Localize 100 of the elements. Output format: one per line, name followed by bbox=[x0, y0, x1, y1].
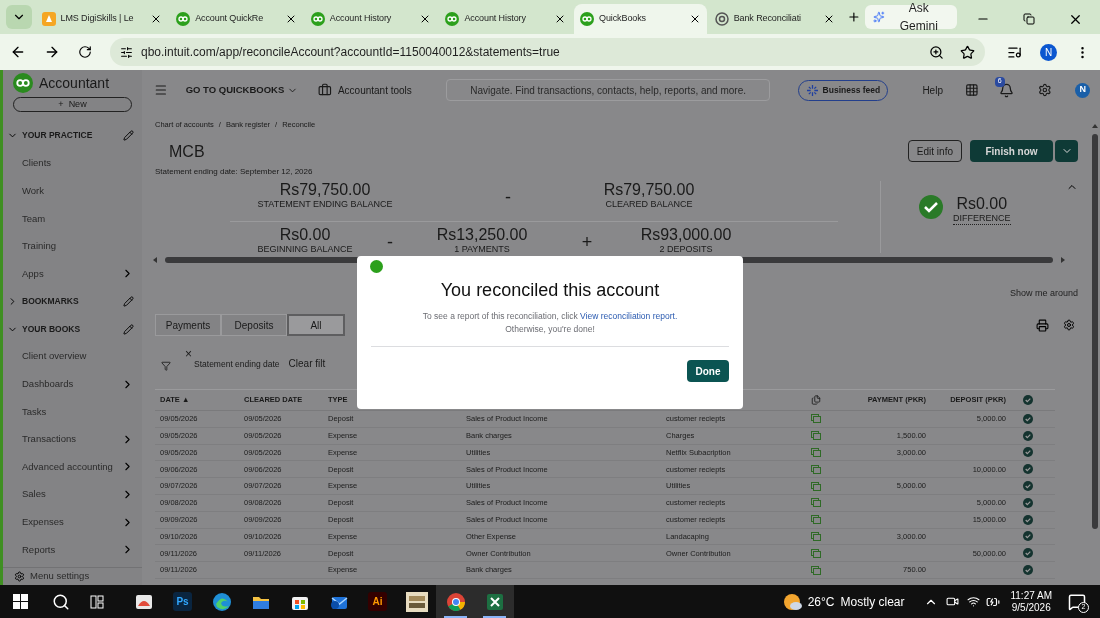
settings-icon[interactable] bbox=[1063, 319, 1075, 331]
product-name: Accountant bbox=[39, 73, 110, 93]
sidebar-section[interactable]: YOUR PRACTICE bbox=[3, 122, 142, 150]
tab-title: Bank Reconciliati bbox=[733, 12, 802, 26]
briefcase-icon bbox=[318, 83, 332, 97]
check-circle-icon[interactable] bbox=[1023, 447, 1033, 458]
gemini-button[interactable]: Ask Gemini bbox=[865, 5, 957, 29]
show-me-around-link[interactable]: Show me around bbox=[1009, 286, 1078, 300]
excel-app-icon[interactable] bbox=[484, 591, 505, 612]
browser-tab[interactable]: Bank Reconciliati bbox=[708, 4, 842, 34]
restore-icon[interactable] bbox=[1022, 13, 1035, 25]
sparkle-icon bbox=[873, 11, 885, 23]
check-circle-icon[interactable] bbox=[1023, 497, 1033, 508]
browser-tab[interactable]: Account History bbox=[439, 4, 572, 34]
windows-start-icon[interactable] bbox=[13, 594, 28, 609]
filter-tab[interactable]: Deposits bbox=[221, 314, 287, 336]
sidebar-item[interactable]: Clients bbox=[3, 149, 142, 178]
menu-settings-link[interactable]: Menu settings bbox=[30, 569, 90, 584]
sidebar-item[interactable]: Work bbox=[3, 177, 142, 205]
accountant-tools-link[interactable]: Accountant tools bbox=[337, 82, 412, 98]
clear-filter-link[interactable]: Clear filt bbox=[288, 355, 326, 371]
user-avatar[interactable]: N bbox=[1075, 82, 1090, 98]
browser-tab[interactable]: Account History bbox=[304, 4, 438, 34]
close-icon[interactable] bbox=[554, 13, 566, 25]
task-view-icon[interactable] bbox=[90, 594, 104, 609]
quickbooks-logo-icon bbox=[13, 73, 33, 94]
address-bar[interactable]: qbo.intuit.com/app/reconcileAccount?accountId=1150040012&statements=true bbox=[110, 38, 985, 66]
difference-value: Rs0.00 bbox=[956, 195, 1008, 213]
check-circle-icon[interactable] bbox=[1023, 481, 1033, 492]
taskbar-app[interactable]: Ai bbox=[358, 585, 397, 618]
filter-icon[interactable] bbox=[161, 361, 171, 371]
tab-list-button[interactable] bbox=[6, 5, 32, 29]
photoshop-app-icon[interactable]: Ps bbox=[173, 592, 192, 611]
check-circle-icon[interactable] bbox=[1023, 548, 1033, 559]
browser-tab[interactable]: LMS DigiSkills | Le bbox=[35, 4, 169, 34]
sidebar-item[interactable]: Dashboards bbox=[3, 370, 142, 398]
check-circle-icon[interactable] bbox=[1023, 531, 1033, 542]
reload-icon[interactable] bbox=[78, 45, 92, 59]
amount-label: CLEARED BALANCE bbox=[605, 199, 693, 209]
check-circle-icon[interactable] bbox=[1023, 464, 1033, 475]
remove-filter-button[interactable]: × bbox=[185, 348, 192, 360]
sidebar-item[interactable]: Transactions bbox=[3, 425, 142, 454]
finish-now-button[interactable]: Finish now bbox=[970, 140, 1053, 162]
wifi-icon[interactable] bbox=[967, 595, 981, 608]
view-report-link[interactable]: View reconciliation report. bbox=[580, 311, 678, 321]
sidebar-item[interactable]: Team bbox=[3, 204, 142, 233]
sidebar-item[interactable]: Apps bbox=[3, 260, 142, 288]
pencil-icon[interactable] bbox=[123, 323, 134, 335]
site-settings-icon[interactable] bbox=[120, 45, 133, 59]
done-button[interactable]: Done bbox=[687, 360, 729, 382]
sidebar-section[interactable]: BOOKMARKS bbox=[3, 287, 142, 316]
dropdown-button[interactable] bbox=[1055, 140, 1078, 162]
zoom-icon[interactable] bbox=[929, 44, 944, 60]
back-icon[interactable] bbox=[10, 44, 26, 60]
settings-icon[interactable] bbox=[1037, 83, 1052, 97]
settings-icon[interactable] bbox=[14, 570, 25, 582]
check-circle-icon[interactable] bbox=[1023, 413, 1033, 424]
sidebar-item[interactable]: Client overview bbox=[3, 342, 142, 371]
edit-info-button[interactable]: Edit info bbox=[907, 140, 962, 162]
filter-tab[interactable]: All bbox=[287, 314, 345, 336]
new-tab-icon[interactable] bbox=[847, 10, 861, 24]
pencil-icon[interactable] bbox=[123, 130, 134, 142]
edge-app-icon[interactable] bbox=[211, 591, 232, 612]
sidebar-item[interactable]: Tasks bbox=[3, 398, 142, 426]
amount-value: Rs79,750.00 bbox=[279, 181, 371, 199]
chrome-app-icon[interactable] bbox=[445, 591, 466, 612]
apps-grid-icon[interactable] bbox=[964, 83, 979, 97]
notification-center-icon[interactable] bbox=[1068, 592, 1086, 611]
taskbar-app[interactable] bbox=[475, 585, 514, 618]
print-icon[interactable] bbox=[1036, 318, 1049, 332]
search-icon[interactable] bbox=[52, 592, 70, 611]
help-link[interactable]: Help bbox=[922, 82, 943, 98]
filter-tab[interactable]: Payments bbox=[155, 314, 221, 336]
sidebar-item[interactable]: Training bbox=[3, 232, 142, 260]
taskbar-app[interactable] bbox=[436, 585, 475, 618]
media-icon[interactable] bbox=[1007, 44, 1022, 60]
pencil-icon[interactable] bbox=[123, 295, 134, 307]
account-name: MCB bbox=[169, 142, 206, 162]
spiral-logo-icon bbox=[714, 12, 729, 26]
illustrator-app-icon[interactable]: Ai bbox=[368, 592, 387, 611]
bookmark-star-icon[interactable] bbox=[960, 44, 975, 60]
amount-value: Rs93,000.00 bbox=[640, 226, 732, 244]
check-circle-icon[interactable] bbox=[1023, 430, 1033, 441]
search-field[interactable]: Navigate. Find transactions, contacts, help, reports, and more. bbox=[445, 79, 771, 101]
browser-tab[interactable]: QuickBooks bbox=[574, 4, 707, 34]
camera-icon[interactable] bbox=[946, 595, 960, 608]
check-circle-icon[interactable] bbox=[1023, 565, 1033, 576]
taskbar-app[interactable]: Ps bbox=[163, 585, 202, 618]
forward-icon[interactable] bbox=[44, 44, 60, 60]
sidebar-item[interactable]: Advanced accounting bbox=[3, 453, 142, 481]
notifications-icon[interactable] bbox=[998, 82, 1014, 98]
sidebar-item[interactable]: Expenses bbox=[3, 508, 142, 536]
check-circle-icon[interactable] bbox=[1023, 514, 1033, 525]
sidebar-section[interactable]: YOUR BOOKS bbox=[3, 315, 142, 343]
browser-tab[interactable]: Account QuickRe bbox=[170, 4, 303, 34]
difference-label: DIFFERENCE bbox=[953, 213, 1011, 225]
sidebar-item[interactable]: Sales bbox=[3, 480, 142, 509]
profile-avatar[interactable]: N bbox=[1040, 43, 1057, 61]
goto-quickbooks-button[interactable]: GO TO QUICKBOOKS bbox=[185, 82, 299, 98]
sidebar-item[interactable]: Reports bbox=[3, 535, 142, 564]
